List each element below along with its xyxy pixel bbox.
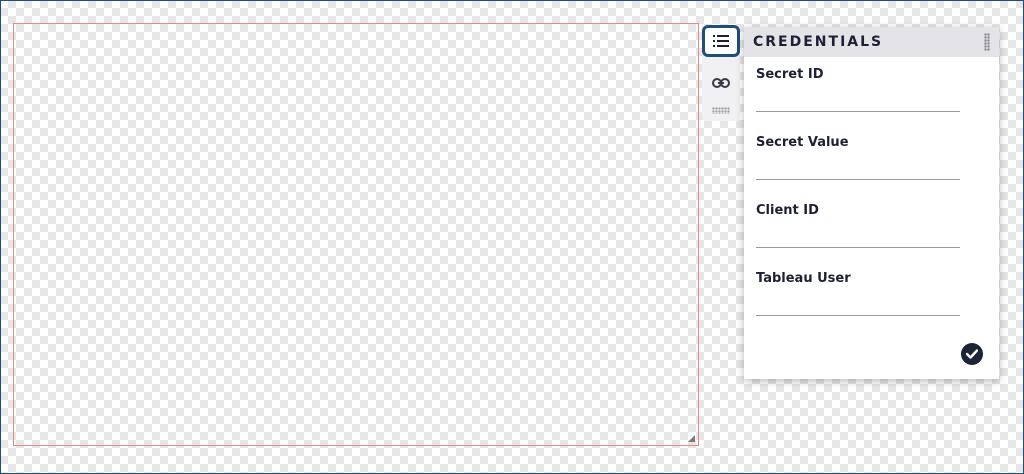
canvas-area[interactable] [13, 23, 699, 446]
tableau-user-input[interactable] [756, 290, 960, 316]
secret-id-input[interactable] [756, 86, 960, 112]
credentials-panel: CREDENTIALS Secret ID Secret Value Clien… [744, 27, 999, 379]
drag-handle-icon[interactable] [712, 107, 730, 114]
secret-value-label: Secret Value [756, 135, 849, 150]
secret-id-label: Secret ID [756, 67, 824, 82]
panel-title: CREDENTIALS [753, 34, 884, 50]
list-view-button[interactable] [702, 25, 740, 57]
resize-handle-icon[interactable] [688, 435, 695, 442]
secret-value-field: Secret Value [756, 135, 960, 180]
secret-id-field: Secret ID [756, 67, 960, 112]
client-id-input[interactable] [756, 222, 960, 248]
side-toolstrip [702, 25, 740, 121]
drag-handle-icon[interactable] [984, 33, 990, 51]
list-icon [713, 35, 729, 47]
check-circle-icon [966, 349, 978, 359]
client-id-label: Client ID [756, 203, 819, 218]
panel-header: CREDENTIALS [744, 27, 999, 57]
link-icon [712, 78, 730, 88]
confirm-button[interactable] [961, 343, 983, 365]
secret-value-input[interactable] [756, 154, 960, 180]
tableau-user-label: Tableau User [756, 271, 851, 286]
link-button[interactable] [702, 67, 740, 99]
tableau-user-field: Tableau User [756, 271, 960, 316]
client-id-field: Client ID [756, 203, 960, 248]
